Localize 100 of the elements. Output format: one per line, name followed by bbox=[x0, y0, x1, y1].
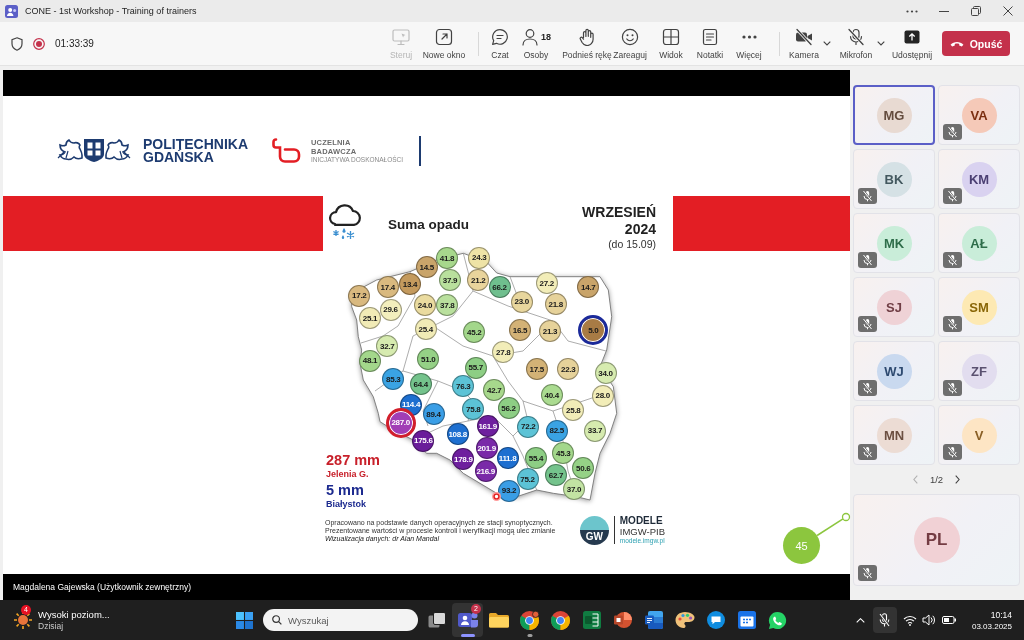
participant-tile[interactable]: SJ bbox=[853, 277, 935, 337]
avatar: MK bbox=[876, 225, 912, 261]
call-timer: 01:33:39 bbox=[55, 38, 94, 49]
app-logo-icon bbox=[5, 4, 18, 18]
more-button[interactable]: Więcej bbox=[725, 23, 773, 64]
widget-title[interactable]: Wysoki poziom... bbox=[38, 608, 110, 621]
legend-place: Jelenia G. bbox=[326, 468, 370, 480]
avatar: MG bbox=[876, 97, 912, 133]
station-marker: 24.3 bbox=[468, 246, 491, 269]
screen-cursor-icon bbox=[392, 27, 410, 46]
close-icon[interactable] bbox=[1003, 6, 1013, 16]
period-heading: WRZESIEŃ 2024 bbox=[582, 204, 656, 238]
chevron-down-icon[interactable] bbox=[823, 41, 831, 46]
avatar: AŁ bbox=[961, 225, 997, 261]
avatar: BK bbox=[876, 161, 912, 197]
document-icon[interactable] bbox=[644, 611, 663, 629]
avatar: KM bbox=[961, 161, 997, 197]
minimize-icon[interactable] bbox=[939, 10, 949, 12]
legend-value: 287 mm bbox=[326, 453, 380, 468]
station-marker: 17.2 bbox=[348, 284, 371, 307]
battery-icon[interactable] bbox=[941, 616, 956, 624]
station-marker: 41.8 bbox=[436, 247, 458, 269]
camera-button[interactable]: Kamera bbox=[785, 23, 835, 64]
clock-time[interactable]: 10:14 bbox=[971, 608, 1012, 621]
people-app-icon[interactable] bbox=[457, 611, 478, 629]
legend-place: Białystok bbox=[326, 498, 368, 510]
crest-logo-icon bbox=[55, 137, 133, 164]
participant-tile[interactable]: AŁ bbox=[938, 213, 1020, 273]
smiley-icon bbox=[621, 27, 639, 46]
university-wordmark: POLITECHNIKA GDAŃSKA bbox=[143, 138, 248, 163]
pop-out-icon bbox=[435, 27, 453, 46]
participant-tile[interactable]: SM bbox=[938, 277, 1020, 337]
avatar: ZF bbox=[961, 353, 997, 389]
task-view-icon[interactable] bbox=[427, 612, 446, 628]
station-marker: 37.0 bbox=[563, 478, 585, 500]
participant-tile[interactable]: ZF bbox=[938, 341, 1020, 401]
chevron-right-icon[interactable] bbox=[955, 475, 961, 484]
logo-badge: GW bbox=[579, 515, 609, 545]
react-button[interactable]: Zareaguj bbox=[613, 23, 647, 64]
participant-tile[interactable]: MG bbox=[853, 85, 935, 145]
raise-hand-button[interactable]: Podnieś rękę bbox=[561, 23, 613, 64]
pointer-dot-icon bbox=[492, 492, 501, 501]
palette-icon[interactable] bbox=[674, 611, 695, 629]
participant-tile[interactable]: V bbox=[938, 405, 1020, 465]
avatar: SJ bbox=[876, 289, 912, 325]
browser-icon[interactable] bbox=[551, 610, 570, 630]
people-button[interactable]: 18 Osoby bbox=[511, 23, 561, 64]
avatar: SM bbox=[961, 289, 997, 325]
presentation-icon[interactable] bbox=[613, 611, 632, 629]
logo-name: MODELE bbox=[619, 515, 664, 526]
share-button[interactable]: Udostępnij bbox=[889, 23, 935, 64]
microphone-button[interactable]: Mikrofon bbox=[835, 23, 889, 64]
avatar: WJ bbox=[876, 353, 912, 389]
avatar: V bbox=[961, 417, 997, 453]
browser-icon[interactable] bbox=[520, 610, 539, 630]
notes-button[interactable]: Notatki bbox=[695, 23, 725, 64]
participant-tile[interactable]: WJ bbox=[853, 341, 935, 401]
participant-tile[interactable]: MK bbox=[853, 213, 935, 273]
phone-bubble-icon[interactable] bbox=[768, 610, 787, 630]
chat-button[interactable]: Czat bbox=[489, 23, 511, 64]
search-icon bbox=[272, 615, 282, 625]
chevron-down-icon[interactable] bbox=[877, 41, 885, 46]
person-icon bbox=[521, 27, 539, 46]
chat-icon bbox=[491, 27, 509, 46]
shield-icon bbox=[11, 36, 23, 51]
participant-tile[interactable]: VA bbox=[938, 85, 1020, 145]
station-marker: 14.5 bbox=[415, 256, 438, 279]
chevron-up-icon[interactable] bbox=[855, 617, 865, 623]
leave-button[interactable]: Opuść bbox=[942, 31, 1010, 56]
search-field[interactable]: Wyszukaj bbox=[263, 609, 418, 631]
clock-date[interactable]: 03.03.2025 bbox=[971, 620, 1012, 632]
view-button[interactable]: Widok bbox=[647, 23, 695, 64]
more-icon[interactable] bbox=[906, 9, 918, 13]
participant-tile[interactable]: PL bbox=[853, 494, 1020, 586]
start-icon[interactable] bbox=[236, 611, 253, 629]
participant-tile[interactable]: BK bbox=[853, 149, 935, 209]
period-note: (do 15.09) bbox=[607, 238, 656, 251]
map-title: Suma opadu bbox=[388, 217, 469, 232]
new-window-button[interactable]: Nowe okno bbox=[421, 23, 467, 64]
avatar: PL bbox=[913, 517, 960, 563]
raised-hand-icon bbox=[578, 27, 596, 46]
window-title: CONE - 1st Workshop - Training of trainers bbox=[25, 6, 197, 16]
restore-icon[interactable] bbox=[971, 6, 981, 16]
tray-mic-button[interactable] bbox=[872, 607, 897, 633]
wifi-icon[interactable] bbox=[902, 614, 917, 626]
volume-icon[interactable] bbox=[921, 614, 935, 626]
calendar-icon[interactable] bbox=[737, 611, 756, 629]
participant-tile[interactable]: KM bbox=[938, 149, 1020, 209]
weather-icon[interactable] bbox=[13, 610, 33, 630]
widget-subtitle: Dzisiaj bbox=[38, 620, 65, 632]
legend-value: 5 mm bbox=[326, 483, 365, 498]
spreadsheet-icon[interactable] bbox=[582, 611, 601, 629]
notes-icon bbox=[701, 27, 719, 46]
folder-icon[interactable] bbox=[488, 612, 509, 628]
avatar: VA bbox=[961, 97, 997, 133]
layout-grid-icon bbox=[662, 27, 680, 46]
participant-tile[interactable]: MN bbox=[853, 405, 935, 465]
chat-bubble-icon[interactable] bbox=[706, 611, 725, 629]
value-bubble: 45 bbox=[783, 527, 820, 564]
logo-org: IMGW-PIB bbox=[619, 526, 665, 537]
